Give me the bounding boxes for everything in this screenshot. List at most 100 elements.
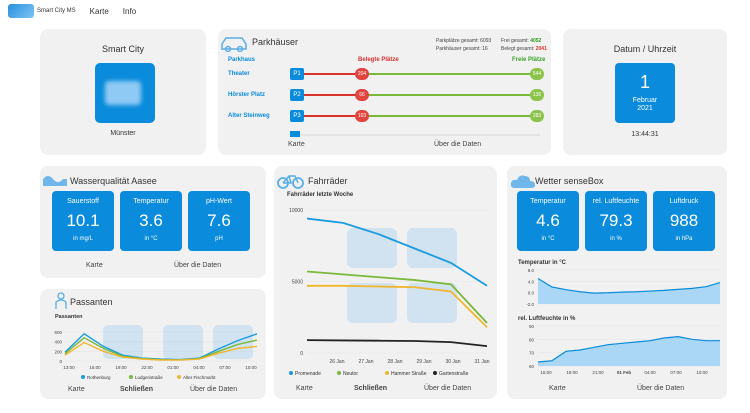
weather-chart-title: Temperatur in °C: [518, 260, 567, 266]
bike-link-close[interactable]: Schließen: [354, 385, 387, 392]
parking-badge[interactable]: P1: [290, 68, 304, 80]
x-tick: 07:00: [219, 365, 231, 370]
parking-name: Hörster Platz: [228, 92, 266, 98]
weather-link-about[interactable]: Über die Daten: [637, 385, 684, 392]
y-tick: 0.0: [528, 291, 535, 296]
legend-marker: [129, 375, 133, 379]
y-tick: 400: [54, 340, 62, 345]
date-day: 1: [639, 72, 650, 92]
weather-tile-unit: in %: [610, 236, 622, 242]
blur-overlay: [347, 283, 397, 323]
blur-overlay: [347, 228, 397, 268]
top-nav: Smart City MS Karte Info: [0, 0, 750, 22]
bike-chart: Fahrräder letzte Woche 0 5000 10000 26 Jan 27…: [287, 192, 490, 377]
weather-link-karte[interactable]: Karte: [549, 385, 566, 392]
bikes-card: Fahrräder Fahrräder letzte Woche 0 5000 100…: [274, 166, 497, 399]
wave-icon: [43, 176, 67, 186]
x-tick: 22:00: [141, 365, 153, 370]
y-tick: 4.0: [528, 279, 535, 284]
parking-stats-right: Frei gesamt: 4052 Belegt gesamt: 2041: [501, 37, 547, 53]
free-bar: [368, 73, 534, 75]
ped-link-about[interactable]: Über die Daten: [190, 386, 237, 393]
stat-frei-label: Frei gesamt:: [501, 38, 529, 44]
occupied-count: 204: [355, 68, 369, 80]
water-tile-value: 3.6: [139, 211, 163, 230]
parking-badge[interactable]: P3: [290, 110, 304, 122]
water-tile-label: Sauerstoff: [67, 198, 99, 205]
water-link-about[interactable]: Über die Daten: [174, 262, 221, 269]
series-line: [306, 339, 488, 348]
stat-frei: 4052: [530, 38, 542, 44]
water-tile: Temperatur 3.6 in °C: [120, 191, 182, 251]
x-tick: 27 Jan: [358, 359, 373, 365]
weather-title: Wetter senseBox: [535, 176, 604, 186]
parking-name: Alter Steinweg: [228, 113, 270, 119]
water-link-karte[interactable]: Karte: [86, 262, 103, 269]
y-tick: 0: [59, 359, 62, 364]
legend-marker: [385, 371, 389, 375]
water-tile-value: 7.6: [207, 211, 231, 230]
weather-tile-value: 988: [669, 211, 699, 230]
y-tick: 80: [529, 337, 535, 342]
blur-overlay: [163, 325, 203, 359]
y-tick: 0: [300, 351, 303, 357]
free-count: 136: [530, 89, 544, 101]
ped-link-close[interactable]: Schließen: [120, 386, 153, 393]
weather-tile-label: Luftdruck: [669, 198, 699, 205]
x-tick: 30 Jan: [445, 359, 460, 365]
x-tick: 01:00: [167, 365, 179, 370]
occupied-count: 66: [355, 89, 369, 101]
weather-tile: Luftdruck 988 in hPa: [653, 191, 715, 251]
nav-link-karte[interactable]: Karte: [90, 7, 109, 16]
car-icon: [221, 37, 247, 52]
weather-tile-unit: in °C: [541, 236, 555, 242]
weather-tile-label: rel. Luftfeuchte: [592, 198, 640, 205]
bike-link-about[interactable]: Über die Daten: [424, 385, 471, 392]
weather-chart: Temperatur in °C 8.0 4.0 0.0 -2.0 rel. Luftfe…: [518, 260, 721, 375]
parking-link-karte[interactable]: Karte: [288, 141, 305, 148]
legend-marker: [433, 371, 437, 375]
weather-tile-unit: in hPa: [675, 236, 693, 242]
parking-card: Parkhäuser Parkplätze gesamt: 6093 Parkh…: [218, 29, 551, 155]
legend-marker: [81, 375, 85, 379]
area-fill: [538, 278, 720, 304]
pedestrian-chart: Passanten 0 200 400 600 13:00 16:00 19:00 22:00 0…: [54, 314, 258, 380]
date-month: Februar: [632, 97, 658, 104]
legend-marker: [289, 371, 293, 375]
y-tick: 200: [54, 349, 62, 354]
ped-chart-title: Passanten: [55, 314, 83, 320]
x-tick: 04:00: [193, 365, 205, 370]
x-tick: 26 Jan: [329, 359, 344, 365]
water-tile: pH-Wert 7.6 pH: [188, 191, 250, 251]
bike-link-karte[interactable]: Karte: [296, 385, 313, 392]
weather-card: Wetter senseBox Temperatur in °C 8.0 4.0 0.…: [507, 166, 727, 399]
parking-link-about[interactable]: Über die Daten: [434, 141, 481, 148]
legend-label: Ludgeristraße: [135, 375, 163, 380]
weather-tile: Temperatur 4.6 in °C: [517, 191, 579, 251]
x-tick: 16:00: [89, 365, 101, 370]
free-bar: [368, 94, 534, 96]
x-tick: 21:00: [592, 370, 604, 375]
water-tile-label: pH-Wert: [206, 198, 232, 205]
free-count: 544: [530, 68, 544, 80]
bikes-title: Fahrräder: [308, 176, 348, 186]
header-parkhaus: Parkhaus: [228, 57, 256, 63]
city-logo[interactable]: [8, 4, 34, 18]
ped-link-karte[interactable]: Karte: [68, 386, 85, 393]
time-display: 13:44:31: [631, 131, 659, 138]
y-tick: 5000: [292, 280, 303, 286]
stat-parkhaeuser: Parkhäuser gesamt: 16: [436, 46, 488, 52]
datetime-title: Datum / Uhrzeit: [613, 44, 677, 54]
y-tick: 70: [529, 351, 535, 356]
legend-label: Promenade: [295, 371, 321, 377]
date-year: 2021: [637, 105, 653, 112]
brand-label[interactable]: Smart City MS: [37, 8, 76, 14]
header-belegt: Belegte Plätze: [358, 57, 399, 63]
weather-tile-value: 4.6: [536, 211, 560, 230]
pedestrian-title: Passanten: [70, 297, 113, 307]
water-card: Wasserqualität Aasee Karte Über die Date…: [40, 166, 266, 278]
parking-badge[interactable]: P2: [290, 89, 304, 101]
free-bar: [368, 115, 534, 117]
y-tick: -2.0: [526, 302, 534, 307]
nav-link-info[interactable]: Info: [123, 7, 136, 16]
